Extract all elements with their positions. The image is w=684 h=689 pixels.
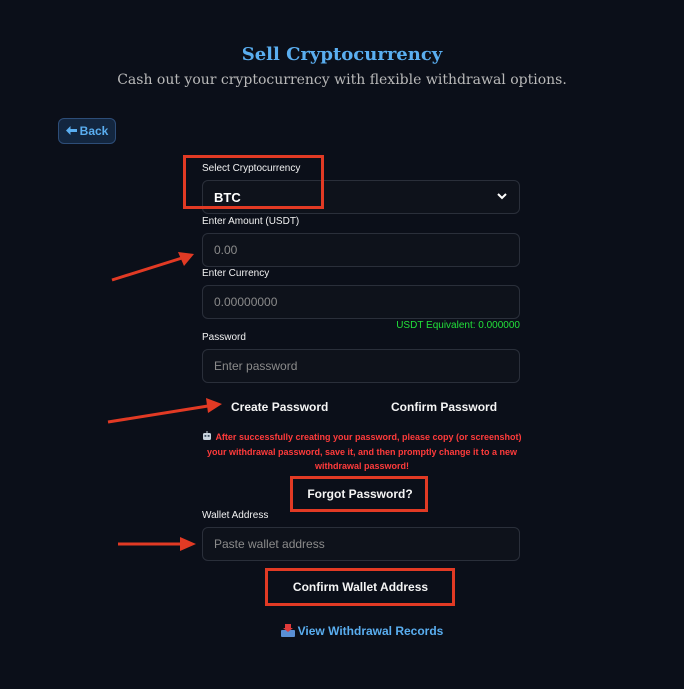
confirm-password-button[interactable]: Confirm Password [391, 400, 497, 414]
password-label: Password [202, 332, 246, 343]
password-warning-text: After successfully creating your passwor… [206, 432, 522, 471]
view-records-label: View Withdrawal Records [297, 624, 444, 638]
wallet-address-input[interactable]: Paste wallet address [202, 527, 520, 561]
create-password-button[interactable]: Create Password [231, 400, 328, 414]
arrow-left-icon [65, 124, 77, 138]
annotation-box-crypto-select [183, 155, 324, 209]
back-button-label: Back [79, 124, 109, 138]
amount-input[interactable]: 0.00 [202, 233, 520, 267]
currency-placeholder: 0.00000000 [214, 295, 278, 309]
currency-input[interactable]: 0.00000000 [202, 285, 520, 319]
annotation-box-forgot-password [290, 476, 428, 512]
password-placeholder: Enter password [214, 359, 298, 373]
wallet-label: Wallet Address [202, 510, 269, 521]
currency-label: Enter Currency [202, 268, 270, 279]
password-input[interactable]: Enter password [202, 349, 520, 383]
view-records-link[interactable]: View Withdrawal Records [0, 624, 684, 640]
robot-icon [202, 431, 212, 445]
chevron-down-icon [496, 190, 508, 205]
back-button[interactable]: Back [58, 118, 116, 144]
inbox-tray-icon [280, 624, 295, 640]
wallet-placeholder: Paste wallet address [214, 537, 325, 551]
password-warning: After successfully creating your passwor… [200, 430, 524, 473]
annotation-box-confirm-wallet [265, 568, 455, 606]
page-title: Sell Cryptocurrency [241, 44, 443, 65]
annotation-arrow-create-password [107, 398, 222, 424]
amount-label: Enter Amount (USDT) [202, 216, 300, 227]
amount-placeholder: 0.00 [214, 243, 238, 257]
usdt-equivalent: USDT Equivalent: 0.000000 [396, 320, 520, 331]
annotation-arrow-wallet [118, 537, 196, 551]
annotation-arrow-amount [111, 252, 194, 282]
page-subtitle: Cash out your cryptocurrency with flexib… [117, 72, 567, 88]
